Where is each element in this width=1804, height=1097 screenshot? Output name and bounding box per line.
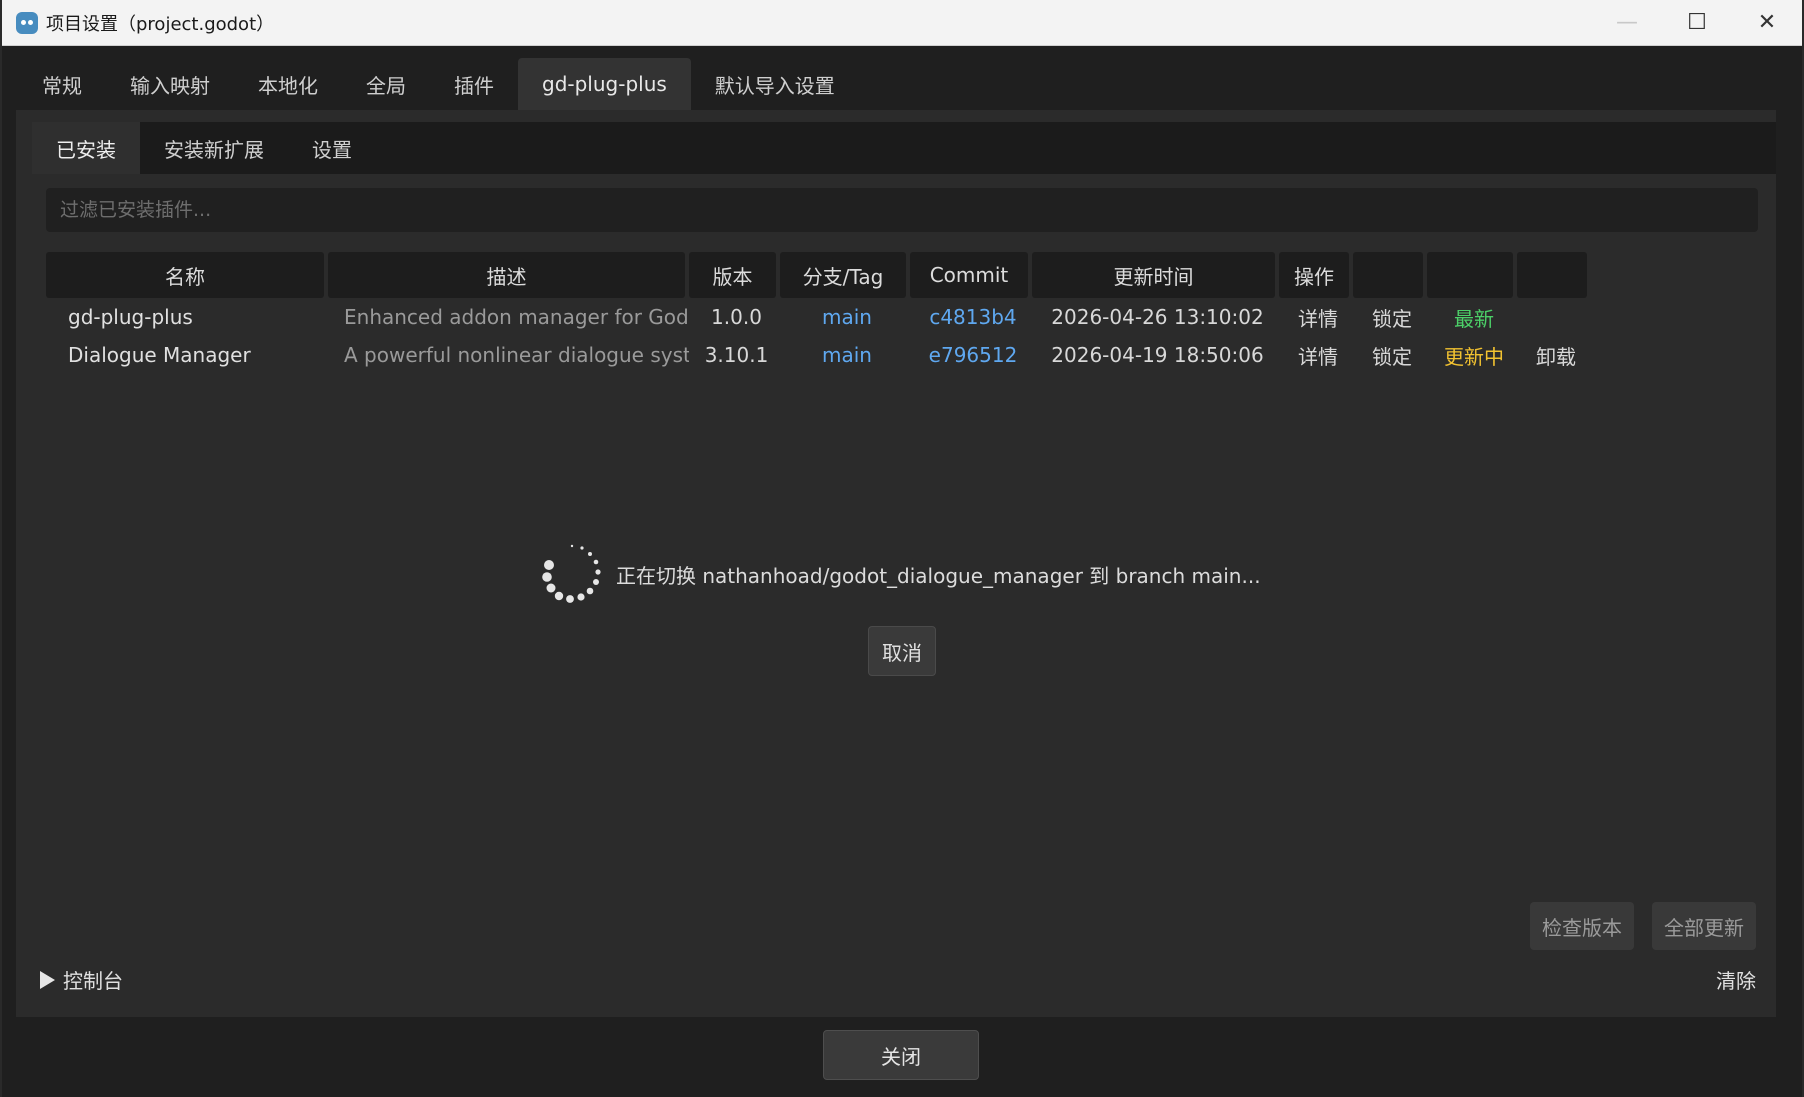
- plugin-version: 3.10.1: [704, 343, 769, 367]
- plugin-name: gd-plug-plus: [68, 305, 193, 329]
- project-settings-dialog: 常规 输入映射 本地化 全局 插件 gd-plug-plus 默认导入设置 已安…: [2, 46, 1802, 1097]
- plugin-description: A powerful nonlinear dialogue system: [344, 343, 689, 367]
- tab-input-map[interactable]: 输入映射: [106, 58, 234, 110]
- spinner-icon: [542, 544, 601, 603]
- close-button[interactable]: 关闭: [823, 1030, 979, 1080]
- header-blank-1: [1353, 252, 1423, 298]
- plugin-updated-time: 2026-04-19 18:50:06: [1051, 343, 1264, 367]
- tab-gd-plug-plus[interactable]: gd-plug-plus: [518, 58, 691, 110]
- header-blank-3: [1517, 252, 1587, 298]
- table-row[interactable]: gd-plug-plus Enhanced addon manager for …: [46, 298, 1758, 336]
- maximize-button[interactable]: ☐: [1662, 0, 1732, 45]
- loading-indicator: 正在切换 nathanhoad/godot_dialogue_manager 到…: [538, 540, 1261, 608]
- top-tab-bar: 常规 输入映射 本地化 全局 插件 gd-plug-plus 默认导入设置: [18, 58, 859, 110]
- console-toggle[interactable]: 控制台: [40, 965, 123, 994]
- plugin-updated-time: 2026-04-26 13:10:02: [1051, 305, 1264, 329]
- plugin-commit-link[interactable]: c4813b4: [914, 305, 1032, 329]
- window-title: 项目设置（project.godot）: [46, 13, 275, 35]
- filter-input[interactable]: [58, 198, 1758, 222]
- plugin-version: 1.0.0: [711, 305, 762, 329]
- details-button[interactable]: 详情: [1283, 341, 1353, 370]
- header-version[interactable]: 版本: [689, 252, 776, 298]
- window-titlebar: 项目设置（project.godot） — ☐ ✕: [2, 0, 1802, 46]
- tab-globals[interactable]: 全局: [342, 58, 430, 110]
- plugin-commit-link[interactable]: e796512: [914, 343, 1032, 367]
- plugin-name: Dialogue Manager: [68, 343, 251, 367]
- plugin-description: Enhanced addon manager for Godot ...: [344, 305, 689, 329]
- header-updated-time[interactable]: 更新时间: [1032, 252, 1275, 298]
- status-label: 更新中: [1444, 344, 1504, 369]
- header-branch-tag[interactable]: 分支/Tag: [780, 252, 906, 298]
- window-controls: — ☐ ✕: [1592, 0, 1802, 45]
- clear-console-button[interactable]: 清除: [1716, 965, 1756, 994]
- update-all-button[interactable]: 全部更新: [1652, 902, 1756, 950]
- console-label: 控制台: [63, 969, 123, 993]
- header-name[interactable]: 名称: [46, 252, 324, 298]
- header-commit[interactable]: Commit: [910, 252, 1028, 298]
- close-window-button[interactable]: ✕: [1732, 0, 1802, 45]
- header-actions[interactable]: 操作: [1279, 252, 1349, 298]
- filter-box: [46, 188, 1758, 232]
- uninstall-button[interactable]: 卸载: [1521, 341, 1591, 370]
- header-blank-2: [1427, 252, 1513, 298]
- loading-message: 正在切换 nathanhoad/godot_dialogue_manager 到…: [616, 563, 1261, 588]
- tab-localization[interactable]: 本地化: [234, 58, 342, 110]
- sub-tab-bar: 已安装 安装新扩展 设置: [32, 122, 1776, 174]
- gd-plug-plus-panel: 已安装 安装新扩展 设置 名称 描述 版本 分支/Tag Commit 更新时间…: [16, 110, 1776, 1017]
- status-label: 最新: [1454, 306, 1494, 331]
- expand-triangle-icon: [40, 970, 55, 989]
- tab-import-defaults[interactable]: 默认导入设置: [691, 58, 859, 110]
- table-row[interactable]: Dialogue Manager A powerful nonlinear di…: [46, 336, 1758, 374]
- minimize-button[interactable]: —: [1592, 0, 1662, 45]
- tab-settings[interactable]: 设置: [288, 122, 376, 174]
- cancel-button[interactable]: 取消: [868, 626, 936, 676]
- check-versions-button[interactable]: 检查版本: [1530, 902, 1634, 950]
- installed-plugins-table: 名称 描述 版本 分支/Tag Commit 更新时间 操作 gd-plug-p…: [46, 252, 1758, 374]
- details-button[interactable]: 详情: [1283, 303, 1353, 332]
- plugin-branch-link[interactable]: main: [784, 343, 910, 367]
- table-header: 名称 描述 版本 分支/Tag Commit 更新时间 操作: [46, 252, 1758, 298]
- tab-general[interactable]: 常规: [18, 58, 106, 110]
- plugin-branch-link[interactable]: main: [784, 305, 910, 329]
- tab-plugins[interactable]: 插件: [430, 58, 518, 110]
- tab-installed[interactable]: 已安装: [32, 122, 140, 174]
- lock-button[interactable]: 锁定: [1357, 341, 1427, 370]
- lock-button[interactable]: 锁定: [1357, 303, 1427, 332]
- header-description[interactable]: 描述: [328, 252, 685, 298]
- godot-logo-icon: [16, 11, 38, 34]
- tab-install-new[interactable]: 安装新扩展: [140, 122, 288, 174]
